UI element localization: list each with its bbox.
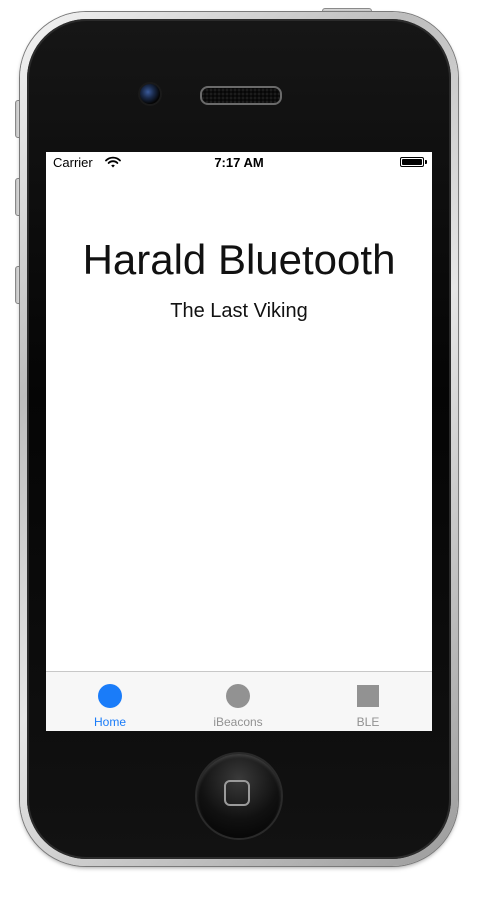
tab-ibeacons[interactable]: iBeacons — [174, 672, 302, 731]
screen: Carrier 7:17 AM Harald Bluetooth The Las… — [46, 152, 432, 731]
tab-ble-label: BLE — [356, 715, 380, 729]
tab-ble[interactable]: BLE — [304, 672, 432, 731]
page-title: Harald Bluetooth — [82, 236, 396, 283]
tab-bar: Home iBeacons BLE — [46, 671, 432, 731]
status-bar: Carrier 7:17 AM — [46, 152, 432, 174]
tab-home[interactable]: Home — [46, 672, 174, 731]
home-circle-icon — [98, 684, 122, 708]
tab-ibeacons-label: iBeacons — [213, 715, 263, 729]
battery-tip — [425, 160, 427, 164]
battery-icon — [400, 157, 424, 167]
ibeacons-circle-icon — [226, 684, 250, 708]
front-camera — [140, 84, 160, 104]
tab-home-label: Home — [93, 715, 126, 729]
page-subtitle: The Last Viking — [170, 300, 308, 322]
earpiece-speaker — [200, 86, 282, 105]
status-time: 7:17 AM — [214, 155, 264, 170]
home-button[interactable] — [197, 754, 281, 838]
ble-square-icon — [357, 685, 379, 707]
home-square-icon — [224, 780, 250, 806]
